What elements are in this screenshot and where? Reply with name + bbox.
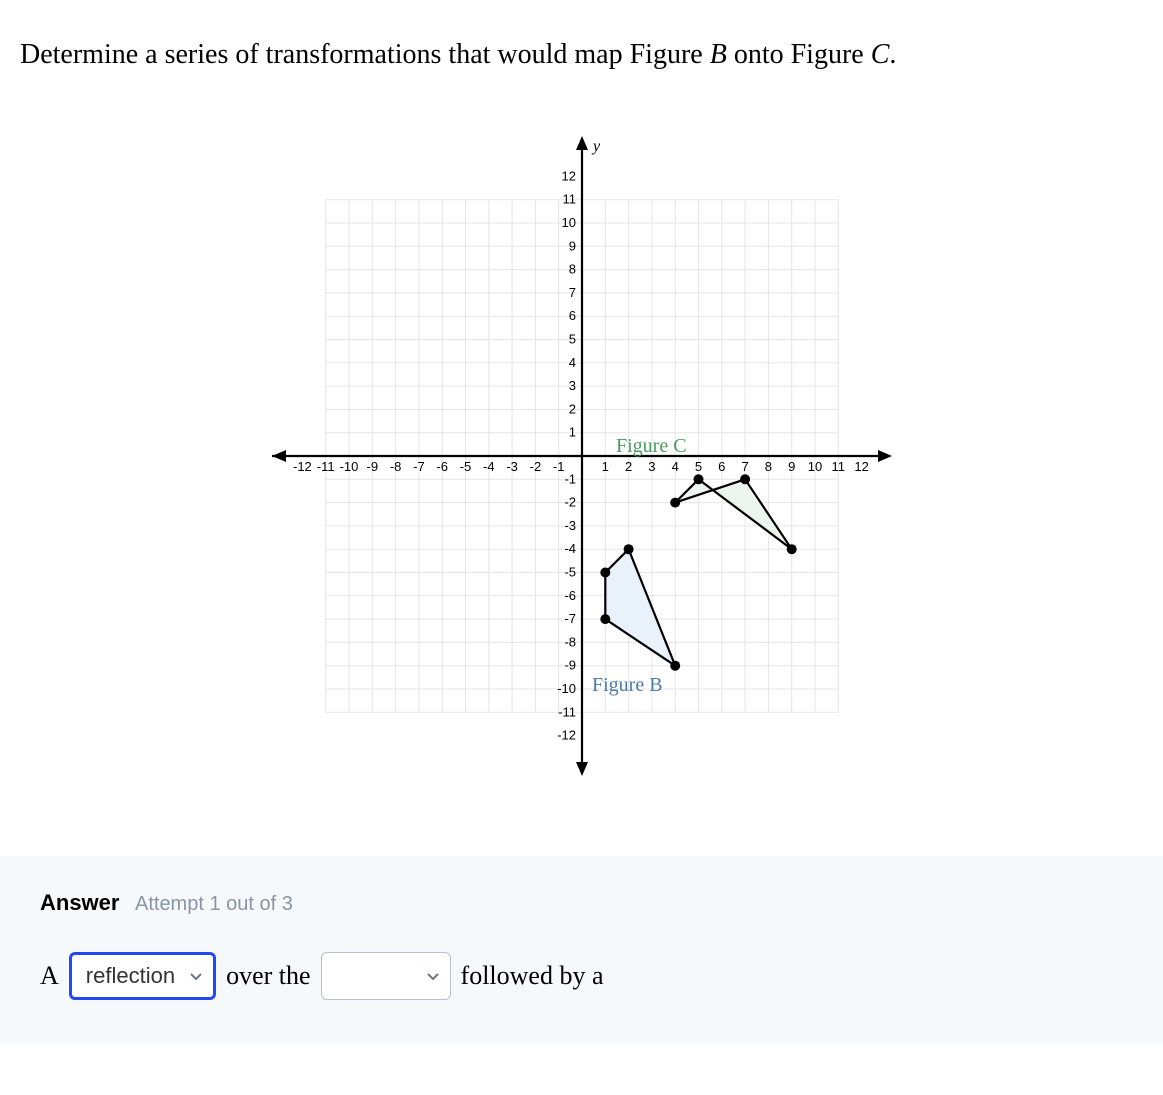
question-prompt: Determine a series of transformations th…: [20, 34, 1143, 76]
x-tick-label: -2: [529, 459, 541, 474]
x-tick-label: -10: [339, 459, 358, 474]
x-tick-label: 8: [764, 459, 771, 474]
y-axis-label: y: [591, 138, 601, 155]
x-tick-label: 9: [788, 459, 795, 474]
x-tick-label: -11: [316, 459, 334, 474]
y-tick-label: -12: [557, 728, 576, 743]
figure-b-shape: [605, 549, 675, 666]
arrow-left-icon: [272, 450, 286, 462]
x-tick-label: 1: [601, 459, 608, 474]
y-tick-label: 12: [561, 168, 575, 183]
y-tick-label: 11: [562, 192, 576, 207]
y-tick-label: 5: [568, 332, 575, 347]
answer-heading: Answer: [40, 890, 119, 915]
y-tick-label: 6: [568, 308, 575, 323]
y-tick-label: -9: [564, 658, 576, 673]
x-tick-label: -8: [389, 459, 401, 474]
y-tick-label: 2: [568, 401, 575, 416]
y-tick-label: -7: [564, 611, 576, 626]
x-tick-label: -12: [293, 459, 312, 474]
arrow-up-icon: [576, 136, 588, 150]
coordinate-graph: y x -12-11-10-9-8-7-6-5-4-3-2-1123456789…: [272, 136, 892, 776]
vertex-point: [786, 544, 796, 554]
x-tick-label: 3: [648, 459, 655, 474]
prompt-text-3: .: [889, 39, 896, 70]
y-tick-label: 1: [568, 425, 575, 440]
figure-c-shape: [675, 479, 792, 549]
y-tick-label: -10: [557, 681, 576, 696]
x-tick-label: 11: [831, 459, 845, 474]
vertex-point: [740, 474, 750, 484]
y-tick-label: -6: [564, 588, 576, 603]
prompt-var-b: B: [710, 39, 727, 70]
x-tick-label: 12: [854, 459, 868, 474]
sentence-part-a: A: [40, 961, 59, 991]
y-tick-label: -3: [564, 518, 576, 533]
y-tick-label: -4: [564, 541, 576, 556]
prompt-text-1: Determine a series of transformations th…: [20, 39, 710, 70]
y-tick-label: 10: [561, 215, 575, 230]
y-tick-label: -1: [564, 471, 576, 486]
vertex-point: [600, 568, 610, 578]
y-tick-label: 7: [568, 285, 575, 300]
x-tick-label: 10: [807, 459, 821, 474]
transformation-type-select[interactable]: reflection: [69, 952, 216, 1000]
y-tick-label: 9: [568, 238, 575, 253]
chevron-down-icon: [426, 969, 440, 983]
prompt-var-c: C: [871, 39, 890, 70]
y-tick-label: -5: [564, 565, 576, 580]
y-tick-label: -11: [558, 704, 576, 719]
transformation-type-value: reflection: [86, 963, 175, 989]
answer-panel: Answer Attempt 1 out of 3 A reflection o…: [0, 856, 1163, 1044]
y-tick-label: 4: [568, 355, 575, 370]
x-tick-label: 4: [671, 459, 678, 474]
arrow-right-icon: [878, 450, 892, 462]
x-tick-label: -5: [459, 459, 471, 474]
figure-c-label: Figure C: [616, 435, 687, 457]
x-tick-label: -7: [413, 459, 425, 474]
figure-b-label: Figure B: [592, 674, 663, 696]
sentence-part-c: followed by a: [461, 961, 604, 991]
vertex-point: [600, 614, 610, 624]
x-tick-label: -6: [436, 459, 448, 474]
x-tick-label: 7: [741, 459, 748, 474]
x-tick-label: -4: [483, 459, 495, 474]
vertex-point: [670, 661, 680, 671]
y-tick-label: -2: [564, 495, 576, 510]
sentence-part-b: over the: [226, 961, 310, 991]
reflection-axis-select[interactable]: [321, 952, 451, 1000]
vertex-point: [623, 544, 633, 554]
y-tick-label: 8: [568, 262, 575, 277]
vertex-point: [670, 498, 680, 508]
y-tick-label: 3: [568, 378, 575, 393]
x-tick-label: 6: [718, 459, 725, 474]
x-tick-label: -3: [506, 459, 518, 474]
x-tick-label: -9: [366, 459, 378, 474]
x-tick-label: -1: [552, 459, 564, 474]
vertex-point: [693, 474, 703, 484]
y-tick-label: -8: [564, 634, 576, 649]
chevron-down-icon: [189, 969, 203, 983]
arrow-down-icon: [576, 762, 588, 776]
prompt-text-2: onto Figure: [727, 39, 871, 70]
x-tick-label: 2: [624, 459, 631, 474]
x-tick-label: 5: [694, 459, 701, 474]
attempt-counter: Attempt 1 out of 3: [135, 893, 293, 915]
